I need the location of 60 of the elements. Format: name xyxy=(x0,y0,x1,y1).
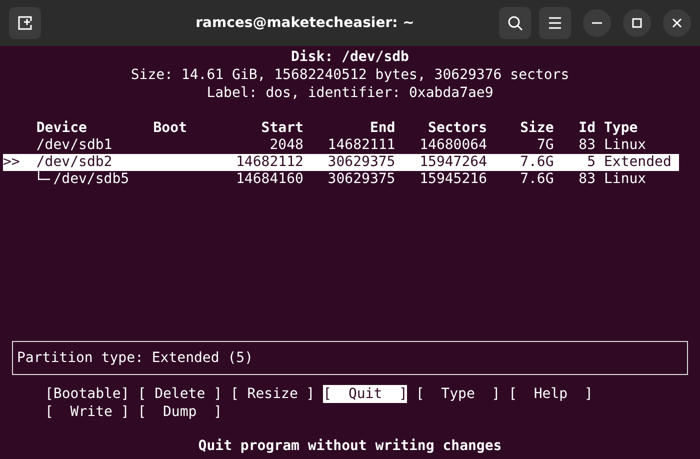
table-cell-text: Linux xyxy=(602,171,646,187)
window-title: ramces@maketecheasier: ~ xyxy=(194,15,416,31)
minimize-button[interactable] xyxy=(583,9,611,37)
new-tab-button[interactable] xyxy=(9,7,41,39)
new-tab-icon xyxy=(17,15,33,31)
table-cell: 30629375 xyxy=(328,154,396,170)
menu-action[interactable]: [ Help ] xyxy=(508,385,593,403)
disk-info: Size: 14.61 GiB, 15682240512 bytes, 30629376 sectors xyxy=(130,66,570,84)
minimize-icon xyxy=(592,22,602,24)
maximize-button[interactable] xyxy=(623,9,651,37)
table-cell: 83 xyxy=(578,137,596,153)
partition-row[interactable]: /dev/sdb5 14684160 30629375 15945216 7.6G 83 Linux xyxy=(3,171,679,188)
table-cell: /dev/sdb2 xyxy=(36,154,112,170)
column-header: Size xyxy=(520,120,554,136)
search-icon xyxy=(507,15,523,31)
menu-icon xyxy=(548,17,562,29)
column-header: End xyxy=(370,120,396,136)
table-cell: 15945216 xyxy=(420,171,488,187)
partition-row[interactable]: /dev/sdb1 2048 14682111 14680064 7G 83 Linux xyxy=(3,137,679,154)
table-cell: 14682111 xyxy=(328,137,396,153)
maximize-icon xyxy=(632,18,642,28)
table-cell-text: Linux xyxy=(602,137,646,153)
table-cell: 14682112 xyxy=(236,154,304,170)
table-cell: 7.6G xyxy=(520,171,554,187)
menu-action[interactable]: [ Delete ] xyxy=(138,385,222,403)
table-cell: 30629375 xyxy=(328,171,396,187)
menu-action[interactable]: [ Quit ] xyxy=(323,385,408,403)
close-icon xyxy=(672,18,682,28)
table-cell: /dev/sdb1 xyxy=(36,137,112,153)
column-header: Id xyxy=(578,120,596,136)
table-cell: 14680064 xyxy=(420,137,488,153)
table-cell: 14684160 xyxy=(236,171,304,187)
close-button[interactable] xyxy=(663,9,691,37)
partition-row[interactable]: >> /dev/sdb2 14682112 30629375 15947264 7.6G 5 Extended xyxy=(3,154,679,171)
table-cell: 7G xyxy=(536,137,554,153)
column-header: Sectors xyxy=(428,120,488,136)
column-header: Boot xyxy=(153,120,187,136)
table-cell: 15947264 xyxy=(420,154,488,170)
menu-action[interactable]: [ Resize ] xyxy=(230,385,315,403)
partition-type-text: Partition type: Extended (5) xyxy=(17,350,254,366)
disk-info: Label: dos, identifier: 0xabda7ae9 xyxy=(206,84,494,102)
table-cell: /dev/sdb5 xyxy=(53,171,130,187)
status-text: Quit program without writing changes xyxy=(198,437,502,455)
column-header: Start xyxy=(261,120,304,136)
tree-branch-icon xyxy=(38,171,50,180)
disk-title: Disk: /dev/sdb xyxy=(290,48,409,66)
search-button[interactable] xyxy=(499,7,531,39)
table-cell: 7.6G xyxy=(520,154,554,170)
row-cursor: >> xyxy=(3,154,20,170)
table-cell-text: Extended xyxy=(602,154,672,170)
menu-action[interactable]: [ Dump ] xyxy=(138,403,222,421)
menu-action[interactable]: [ Write ] xyxy=(45,403,130,421)
menu-action[interactable]: [ Type ] xyxy=(416,385,500,403)
menu-button[interactable] xyxy=(539,7,571,39)
menu-action[interactable]: [Bootable] xyxy=(45,385,130,403)
column-header: Device xyxy=(36,120,87,136)
table-cell: 5 xyxy=(587,154,596,170)
table-cell: 2048 xyxy=(270,137,304,153)
table-cell: 83 xyxy=(578,171,596,187)
column-header: Type xyxy=(602,120,638,136)
